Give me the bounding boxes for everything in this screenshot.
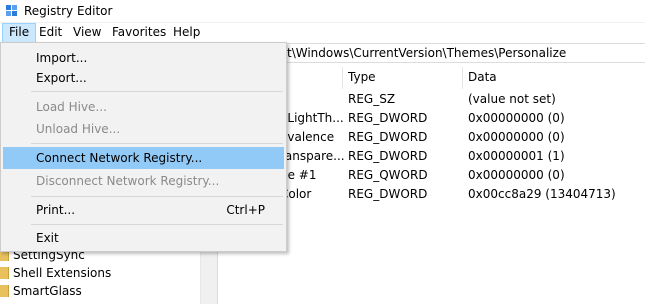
tree-item-label: Shell Extensions	[13, 266, 112, 280]
menu-item-import[interactable]: Import...	[3, 47, 284, 69]
menu-item-print[interactable]: Print... Ctrl+P	[3, 199, 284, 221]
menu-item-label: Disconnect Network Registry...	[36, 174, 220, 188]
folder-icon	[0, 267, 9, 279]
menu-item-disconnect-network-registry: Disconnect Network Registry...	[3, 170, 284, 192]
value-type: REG_DWORD	[348, 130, 428, 144]
value-type: REG_QWORD	[348, 168, 428, 182]
value-data: 0x00000000 (0)	[468, 130, 565, 144]
menu-favorites[interactable]: Favorites	[106, 23, 172, 43]
menu-item-load-hive: Load Hive...	[3, 96, 284, 118]
menu-separator	[31, 143, 283, 144]
value-data: (value not set)	[468, 92, 556, 106]
menu-item-label: Export...	[36, 71, 87, 85]
menu-item-label: Load Hive...	[36, 100, 107, 114]
menu-item-shortcut: Ctrl+P	[226, 203, 265, 217]
value-name: Color	[280, 187, 312, 201]
value-name: ue #1	[280, 168, 317, 182]
menu-separator	[31, 224, 283, 225]
menu-item-label: Exit	[36, 231, 59, 245]
column-divider[interactable]	[342, 67, 343, 89]
column-header-type[interactable]: Type	[348, 67, 376, 87]
value-data: 0x00000000 (0)	[468, 168, 565, 182]
menu-view[interactable]: View	[67, 23, 107, 43]
value-type: REG_DWORD	[348, 187, 428, 201]
folder-icon	[0, 285, 9, 297]
file-menu-dropdown: Import... Export... Load Hive... Unload …	[0, 42, 287, 252]
menu-item-connect-network-registry[interactable]: Connect Network Registry...	[3, 147, 284, 169]
menu-item-export[interactable]: Export...	[3, 67, 284, 89]
menu-bar: File Edit View Favorites Help	[0, 23, 645, 43]
value-name: ranspare...	[280, 149, 345, 163]
address-path: t\Windows\CurrentVersion\Themes\Personal…	[287, 46, 567, 60]
window-title: Registry Editor	[24, 4, 113, 18]
value-name: )	[280, 90, 346, 109]
menu-separator	[31, 196, 283, 197]
column-divider[interactable]	[462, 67, 463, 89]
menu-help[interactable]: Help	[167, 23, 206, 43]
value-type: REG_DWORD	[348, 149, 428, 163]
value-data: 0x00000001 (1)	[468, 149, 565, 163]
menu-item-label: Connect Network Registry...	[36, 151, 203, 165]
menu-item-label: Unload Hive...	[36, 122, 121, 136]
value-data: 0x00cc8a29 (13404713)	[468, 187, 616, 201]
menu-separator	[31, 91, 283, 92]
menu-item-label: Import...	[36, 51, 88, 65]
menu-item-label: Print...	[36, 203, 76, 217]
value-type: REG_DWORD	[348, 111, 428, 125]
menu-item-unload-hive: Unload Hive...	[3, 118, 284, 140]
title-bar[interactable]: Registry Editor	[0, 0, 645, 23]
menu-file[interactable]: File	[2, 23, 37, 43]
menu-edit[interactable]: Edit	[33, 23, 68, 43]
value-data: 0x00000000 (0)	[468, 111, 565, 125]
value-name: evalence	[280, 130, 335, 144]
value-type: REG_SZ	[348, 92, 396, 106]
column-header-data[interactable]: Data	[468, 67, 497, 87]
tree-item-label: SmartGlass	[13, 284, 82, 298]
value-name: eLightTh...	[280, 111, 344, 125]
registry-editor-icon	[6, 5, 18, 17]
menu-item-exit[interactable]: Exit	[3, 227, 284, 249]
